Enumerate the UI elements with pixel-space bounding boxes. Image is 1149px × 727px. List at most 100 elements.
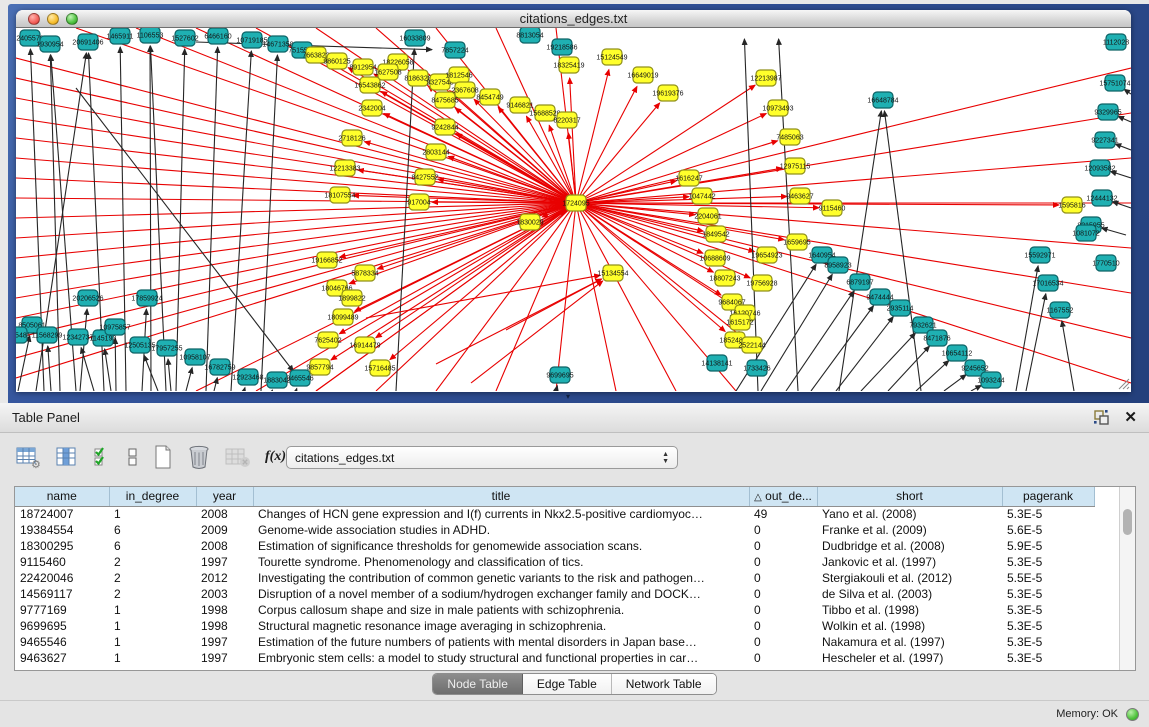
float-panel-button[interactable] (1093, 409, 1110, 426)
network-node[interactable]: 15124549 (596, 49, 627, 65)
citation-edge-black[interactable] (186, 368, 192, 391)
network-node[interactable]: 7625402 (314, 332, 341, 348)
table-cell[interactable]: Genome-wide association studies in ADHD. (253, 522, 749, 538)
table-cell[interactable]: 9463627 (15, 650, 109, 666)
table-cell[interactable]: 2008 (196, 538, 253, 554)
table-cell[interactable]: Tibbo et al. (1998) (817, 602, 1002, 618)
citation-edge-red[interactable] (16, 203, 576, 378)
table-cell[interactable]: 14569117 (15, 586, 109, 602)
network-node[interactable]: 2803144 (422, 144, 449, 160)
table-cell[interactable]: 2008 (196, 506, 253, 522)
table-mode-button[interactable]: ⚙ (16, 445, 42, 469)
table-cell[interactable]: 22420046 (15, 570, 109, 586)
network-node[interactable]: 12975115 (780, 158, 811, 174)
table-cell[interactable]: 9699695 (15, 618, 109, 634)
citation-edge-red[interactable] (506, 279, 602, 330)
network-node[interactable]: 1812546 (445, 67, 472, 83)
table-row[interactable]: 1872400712008Changes of HCN gene express… (15, 506, 1094, 522)
network-node[interactable]: 9242844 (431, 119, 458, 135)
citation-edge-black[interactable] (120, 47, 126, 391)
network-node[interactable]: 18099489 (327, 309, 358, 325)
network-node[interactable]: 12444132 (1086, 190, 1117, 206)
table-cell[interactable]: 5.3E-5 (1002, 602, 1094, 618)
network-node[interactable]: 1627508 (374, 64, 401, 80)
network-node[interactable]: 19756928 (746, 275, 777, 291)
column-header-in_degree[interactable]: in_degree (109, 487, 196, 506)
network-node[interactable]: 9115460 (819, 200, 846, 216)
table-cell[interactable]: 5.3E-5 (1002, 506, 1094, 522)
citation-edge-red[interactable] (576, 141, 778, 203)
table-cell[interactable]: Disruption of a novel member of a sodium… (253, 586, 749, 602)
network-node[interactable]: 2204061 (694, 208, 721, 224)
delete-column-button[interactable] (187, 444, 211, 470)
table-cell[interactable]: 5.3E-5 (1002, 650, 1094, 666)
node-table-grid[interactable]: namein_degreeyeartitle△ out_de...shortpa… (15, 487, 1095, 666)
citation-edge-red[interactable] (496, 203, 576, 391)
table-cell[interactable]: Wolkin et al. (1998) (817, 618, 1002, 634)
network-node[interactable]: 8912954 (349, 59, 376, 75)
network-canvas[interactable]: 2405572193095420691406146591111065531527… (16, 28, 1131, 391)
table-cell[interactable]: 5.5E-5 (1002, 570, 1094, 586)
citation-edge-red[interactable] (136, 28, 576, 203)
citation-edge-black[interactable] (1062, 321, 1074, 391)
table-row[interactable]: 969969511998Structural magnetic resonanc… (15, 618, 1094, 634)
citation-edge-red[interactable] (576, 203, 676, 391)
citation-edge-black[interactable] (214, 378, 217, 391)
network-node[interactable]: 7857224 (441, 42, 468, 58)
citation-edge-red[interactable] (576, 203, 784, 240)
network-node[interactable]: 1615172 (726, 314, 753, 330)
citation-edge-black[interactable] (105, 349, 111, 391)
network-node[interactable]: 15751074 (1099, 75, 1130, 91)
network-node[interactable]: 14138141 (701, 355, 732, 371)
citation-edge-black[interactable] (944, 375, 966, 391)
citation-edge-black[interactable] (861, 333, 915, 391)
citation-edge-black[interactable] (150, 46, 166, 391)
network-node[interactable]: 16649019 (627, 67, 658, 83)
table-row[interactable]: 977716911998Corpus callosum shape and si… (15, 602, 1094, 618)
table-cell[interactable]: 0 (749, 522, 817, 538)
table-scrollbar-thumb[interactable] (1123, 509, 1132, 535)
table-cell[interactable]: 1 (109, 618, 196, 634)
network-node[interactable]: 9227341 (1091, 132, 1118, 148)
table-cell[interactable]: 2 (109, 586, 196, 602)
network-node[interactable]: 9857794 (306, 359, 333, 375)
network-node[interactable]: 2522144 (738, 337, 765, 353)
table-cell[interactable]: 6 (109, 522, 196, 538)
citation-edge-red[interactable] (570, 78, 576, 203)
table-selector-dropdown[interactable]: citations_edges.txt ▲▼ (286, 446, 678, 469)
column-header-pagerank[interactable]: pagerank (1002, 487, 1094, 506)
network-node[interactable]: 19218586 (546, 39, 577, 55)
network-node[interactable]: 1770510 (1092, 255, 1119, 271)
citation-edge-red[interactable] (16, 203, 576, 218)
citation-edge-black[interactable] (884, 111, 921, 391)
citation-edge-black[interactable] (1118, 116, 1131, 122)
table-cell[interactable]: 0 (749, 650, 817, 666)
table-cell[interactable]: 19384554 (15, 522, 109, 538)
citation-edge-red[interactable] (16, 203, 576, 298)
network-node[interactable]: 12923468 (232, 369, 263, 385)
citation-edge-black[interactable] (1026, 294, 1046, 391)
network-node[interactable]: 17957255 (151, 340, 182, 356)
citation-edge-red[interactable] (576, 158, 1131, 203)
table-row[interactable]: 946554611997Estimation of the future num… (15, 634, 1094, 650)
table-cell[interactable]: 2009 (196, 522, 253, 538)
table-scrollbar[interactable] (1119, 487, 1135, 670)
network-node[interactable]: 1724095 (562, 195, 589, 211)
citation-edge-black[interactable] (296, 389, 297, 391)
network-window-titlebar[interactable]: citations_edges.txt (16, 10, 1131, 28)
network-node[interactable]: 19619376 (652, 85, 683, 101)
citation-edge-red[interactable] (436, 279, 601, 364)
resize-grip-icon[interactable] (1116, 376, 1130, 390)
citation-edge-black[interactable] (115, 338, 116, 391)
table-cell[interactable]: Jankovic et al. (1997) (817, 554, 1002, 570)
table-cell[interactable]: 5.3E-5 (1002, 586, 1094, 602)
table-cell[interactable]: 5.6E-5 (1002, 522, 1094, 538)
citation-edge-red[interactable] (16, 98, 576, 203)
tab-edge-table[interactable]: Edge Table (523, 674, 612, 694)
citation-edge-red[interactable] (576, 203, 703, 231)
network-node[interactable]: 8454749 (476, 89, 503, 105)
splitter-arrow-icon[interactable]: ▾ (566, 392, 570, 402)
tab-node-table[interactable]: Node Table (433, 674, 523, 694)
citation-edge-red[interactable] (576, 203, 703, 253)
table-cell[interactable]: 2003 (196, 586, 253, 602)
